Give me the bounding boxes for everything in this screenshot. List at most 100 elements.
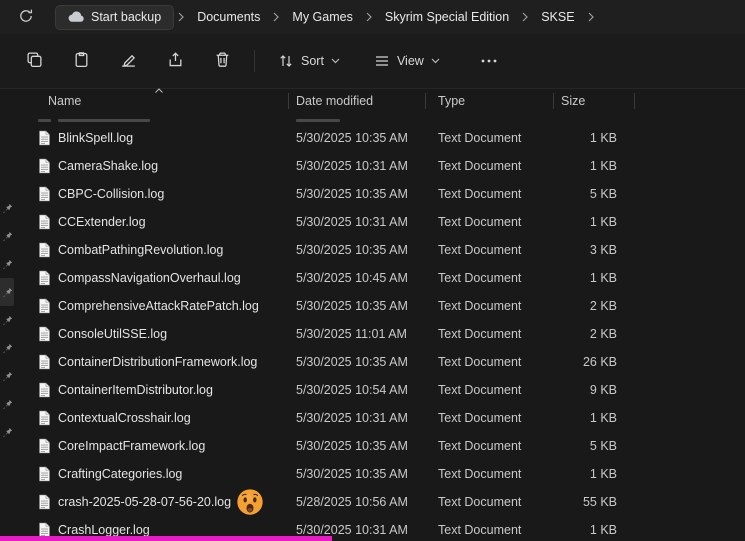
table-row[interactable]: BlinkSpell.log 5/30/2025 10:35 AM Text D… bbox=[30, 124, 635, 152]
column-header-type[interactable]: Type bbox=[425, 88, 553, 114]
pinned-items-rail bbox=[0, 194, 14, 446]
file-name: CoreImpactFramework.log bbox=[58, 439, 206, 453]
table-row[interactable]: CraftingCategories.log 5/30/2025 10:35 A… bbox=[30, 460, 635, 488]
paste-button[interactable] bbox=[61, 44, 101, 78]
file-date: 5/28/2025 10:56 AM bbox=[296, 495, 408, 509]
file-size: 1 KB bbox=[589, 215, 617, 229]
file-date: 5/30/2025 10:35 AM bbox=[296, 299, 408, 313]
file-type: Text Document bbox=[438, 299, 522, 313]
text-document-icon bbox=[38, 466, 52, 482]
breadcrumb-skse[interactable]: SKSE bbox=[532, 4, 583, 30]
column-header-size[interactable]: Size bbox=[553, 88, 635, 114]
pin-icon[interactable] bbox=[0, 278, 14, 306]
file-name: BlinkSpell.log bbox=[58, 131, 134, 145]
file-date: 5/30/2025 11:01 AM bbox=[296, 327, 407, 341]
table-row[interactable]: ComprehensiveAttackRatePatch.log 5/30/20… bbox=[30, 292, 635, 320]
file-date: 5/30/2025 10:35 AM bbox=[296, 131, 408, 145]
table-row[interactable]: CombatPathingRevolution.log 5/30/2025 10… bbox=[30, 236, 635, 264]
sort-label: Sort bbox=[301, 54, 324, 68]
table-row[interactable]: ConsoleUtilSSE.log 5/30/2025 11:01 AM Te… bbox=[30, 320, 635, 348]
file-name: ContainerDistributionFramework.log bbox=[58, 355, 258, 369]
chevron-right-icon[interactable] bbox=[518, 4, 532, 30]
pin-icon[interactable] bbox=[0, 194, 14, 222]
view-dropdown[interactable]: View bbox=[363, 44, 451, 78]
file-date: 5/30/2025 10:35 AM bbox=[296, 355, 408, 369]
paste-icon bbox=[73, 51, 90, 71]
file-name: CompassNavigationOverhaul.log bbox=[58, 271, 241, 285]
text-document-icon bbox=[38, 326, 52, 342]
column-header-size-label: Size bbox=[561, 94, 586, 108]
view-label: View bbox=[396, 54, 424, 68]
sort-arrows-icon bbox=[278, 53, 294, 69]
file-type: Text Document bbox=[438, 327, 522, 341]
text-document-icon bbox=[38, 438, 52, 454]
table-row[interactable]: ContainerItemDistributor.log 5/30/2025 1… bbox=[30, 376, 635, 404]
cloud-icon bbox=[68, 11, 84, 23]
copy-button[interactable] bbox=[14, 44, 54, 78]
sort-dropdown[interactable]: Sort bbox=[267, 44, 351, 78]
clipped-row-remnant bbox=[30, 114, 635, 124]
chevron-down-icon bbox=[431, 58, 440, 64]
chevron-right-icon[interactable] bbox=[362, 4, 376, 30]
text-document-icon bbox=[38, 242, 52, 258]
see-more-button[interactable] bbox=[471, 44, 507, 78]
pin-icon[interactable] bbox=[0, 418, 14, 446]
file-name: CCExtender.log bbox=[58, 215, 146, 229]
file-type: Text Document bbox=[438, 439, 522, 453]
refresh-button[interactable] bbox=[12, 3, 40, 31]
table-row[interactable]: crash-2025-05-28-07-56-20.log 5/28/2025 … bbox=[30, 488, 635, 516]
file-date: 5/30/2025 10:54 AM bbox=[296, 383, 408, 397]
table-row[interactable]: CompassNavigationOverhaul.log 5/30/2025 … bbox=[30, 264, 635, 292]
copy-icon bbox=[26, 51, 43, 71]
file-type: Text Document bbox=[438, 187, 522, 201]
file-type: Text Document bbox=[438, 243, 522, 257]
column-header-date-modified[interactable]: Date modified bbox=[288, 88, 425, 114]
table-row[interactable]: CoreImpactFramework.log 5/30/2025 10:35 … bbox=[30, 432, 635, 460]
file-date: 5/30/2025 10:31 AM bbox=[296, 215, 408, 229]
chevron-right-icon[interactable] bbox=[584, 4, 598, 30]
file-size: 2 KB bbox=[589, 299, 617, 313]
share-button[interactable] bbox=[155, 44, 195, 78]
file-name: ContainerItemDistributor.log bbox=[58, 383, 213, 397]
breadcrumb-documents[interactable]: Documents bbox=[188, 4, 269, 30]
table-row[interactable]: CameraShake.log 5/30/2025 10:31 AM Text … bbox=[30, 152, 635, 180]
table-row[interactable]: CCExtender.log 5/30/2025 10:31 AM Text D… bbox=[30, 208, 635, 236]
share-icon bbox=[167, 51, 184, 71]
pin-icon[interactable] bbox=[0, 222, 14, 250]
file-size: 5 KB bbox=[589, 187, 617, 201]
file-size: 9 KB bbox=[589, 383, 617, 397]
toolbar-divider bbox=[254, 50, 255, 72]
column-header-name[interactable]: Name bbox=[30, 88, 288, 114]
chevron-right-icon[interactable] bbox=[174, 4, 188, 30]
table-row[interactable]: CBPC-Collision.log 5/30/2025 10:35 AM Te… bbox=[30, 180, 635, 208]
file-size: 55 KB bbox=[582, 495, 617, 509]
file-type: Text Document bbox=[438, 355, 522, 369]
file-date: 5/30/2025 10:31 AM bbox=[296, 159, 408, 173]
text-document-icon bbox=[38, 298, 52, 314]
file-type: Text Document bbox=[438, 467, 522, 481]
pin-icon[interactable] bbox=[0, 362, 14, 390]
file-size: 5 KB bbox=[589, 439, 617, 453]
chevron-right-icon[interactable] bbox=[269, 4, 283, 30]
surprised-emoji-badge bbox=[236, 488, 264, 516]
file-date: 5/30/2025 10:35 AM bbox=[296, 467, 408, 481]
pin-icon[interactable] bbox=[0, 390, 14, 418]
pin-icon[interactable] bbox=[0, 306, 14, 334]
file-name: ConsoleUtilSSE.log bbox=[58, 327, 168, 341]
file-size: 1 KB bbox=[589, 271, 617, 285]
file-name: CameraShake.log bbox=[58, 159, 159, 173]
file-size: 1 KB bbox=[589, 467, 617, 481]
table-row[interactable]: ContainerDistributionFramework.log 5/30/… bbox=[30, 348, 635, 376]
start-backup-button[interactable]: Start backup bbox=[55, 4, 175, 30]
pin-icon[interactable] bbox=[0, 250, 14, 278]
breadcrumb-my-games[interactable]: My Games bbox=[283, 4, 361, 30]
pin-icon[interactable] bbox=[0, 334, 14, 362]
file-date: 5/30/2025 10:35 AM bbox=[296, 439, 408, 453]
delete-button[interactable] bbox=[202, 44, 242, 78]
text-document-icon bbox=[38, 410, 52, 426]
refresh-icon bbox=[18, 8, 34, 27]
breadcrumb-skyrim-special-edition[interactable]: Skyrim Special Edition bbox=[376, 4, 518, 30]
rename-button[interactable] bbox=[108, 44, 148, 78]
table-row[interactable]: ContextualCrosshair.log 5/30/2025 10:31 … bbox=[30, 404, 635, 432]
start-backup-label: Start backup bbox=[91, 10, 162, 24]
